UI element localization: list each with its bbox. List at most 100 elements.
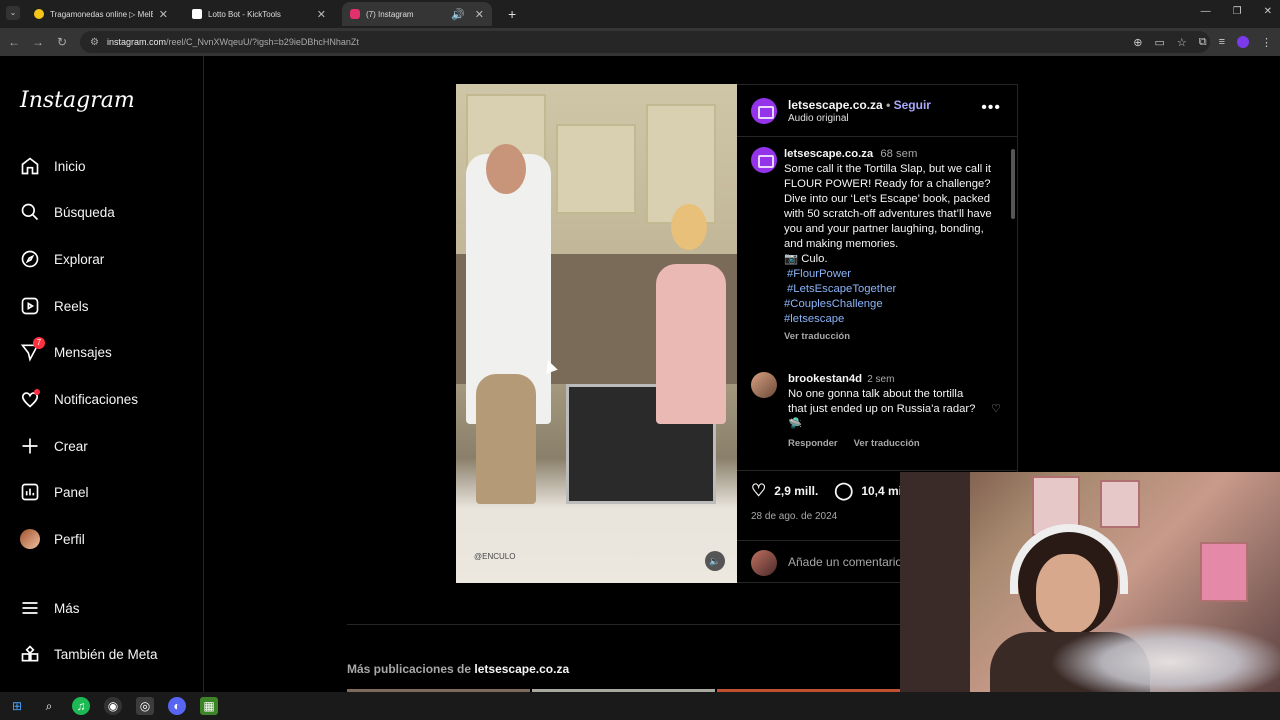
minimize-icon[interactable]: — — [1201, 6, 1211, 17]
messenger-icon: 7 — [20, 337, 45, 362]
sidebar-item-mensajes[interactable]: 7 Mensajes — [20, 337, 112, 367]
webcam-scene — [1100, 480, 1140, 528]
reply-button[interactable]: Responder — [788, 438, 838, 449]
sidebar-item-perfil[interactable]: Perfil — [20, 524, 85, 554]
instagram-logo[interactable]: Instagram — [20, 88, 135, 113]
sidebar-item-crear[interactable]: Crear — [20, 431, 88, 461]
like-comment-heart-icon[interactable]: ♡ — [991, 402, 1001, 415]
browser-extension-icons: ⊕ ▭ ☆ ⧉ ≡ ⋮ — [1133, 28, 1272, 56]
sidebar-item-label: Reels — [54, 298, 89, 314]
commenter-avatar[interactable] — [751, 372, 777, 398]
media-control-icon[interactable]: ≡ — [1219, 36, 1225, 48]
video-scene — [476, 374, 536, 504]
tab-search-icon[interactable]: ⌄ — [6, 6, 20, 20]
volume-icon[interactable]: 🔈 — [705, 551, 725, 571]
sidebar-item-busqueda[interactable]: Búsqueda — [20, 197, 115, 227]
windows-taskbar: ⊞ ⌕ ♫ ◉ ◎ ◐ ▦ — [0, 692, 1280, 720]
cast-icon[interactable]: ▭ — [1154, 36, 1164, 49]
back-icon[interactable]: ← — [2, 35, 26, 49]
video-scene — [671, 204, 707, 250]
zoom-icon[interactable]: ⊕ — [1133, 36, 1142, 49]
taskbar-search-icon[interactable]: ⌕ — [40, 697, 58, 715]
heart-icon — [20, 389, 40, 409]
close-tab-icon[interactable]: ✕ — [475, 8, 484, 21]
hashtag-link[interactable]: #letsescape — [784, 312, 998, 327]
profile-avatar[interactable] — [1237, 36, 1249, 48]
audio-link[interactable]: Audio original — [788, 113, 849, 124]
minecraft-icon[interactable]: ▦ — [200, 697, 218, 715]
translate-caption-link[interactable]: Ver traducción — [784, 329, 998, 344]
sidebar-item-label: Crear — [54, 438, 88, 454]
audio-playing-icon[interactable]: 🔊 — [451, 8, 465, 21]
browser-tab-kicktools[interactable]: Lotto Bot - KickTools ✕ — [184, 2, 334, 26]
site-info-icon[interactable]: ⚙ — [90, 37, 99, 48]
post-caption: letsescape.co.za 68 sem Some call it the… — [784, 147, 998, 344]
follow-button[interactable]: Seguir — [894, 98, 931, 112]
forward-icon[interactable]: → — [26, 35, 50, 49]
like-heart-icon[interactable]: ♡ — [751, 481, 766, 501]
account-avatar[interactable] — [751, 98, 777, 124]
sidebar-item-label: Notificaciones — [54, 391, 139, 407]
sidebar-item-tambien-de-meta[interactable]: También de Meta — [20, 639, 158, 669]
close-window-icon[interactable]: ✕ — [1264, 6, 1272, 17]
extensions-icon[interactable]: ⧉ — [1199, 36, 1207, 49]
address-bar[interactable]: ⚙ instagram.com/reel/C_NvnXWqeuU/?igsh=b… — [80, 31, 1210, 53]
video-scene — [656, 264, 726, 424]
discord-icon[interactable]: ◐ — [168, 697, 186, 715]
reload-icon[interactable]: ↻ — [50, 35, 74, 49]
sidebar-item-inicio[interactable]: Inicio — [20, 151, 86, 181]
hashtag-link[interactable]: #FlourPower — [787, 267, 998, 282]
close-tab-icon[interactable]: ✕ — [317, 8, 326, 21]
meta-icon — [20, 644, 40, 664]
new-tab-button[interactable]: + — [500, 2, 524, 26]
account-name-link[interactable]: letsescape.co.za — [788, 98, 883, 112]
search-icon — [20, 202, 40, 222]
comment-bubble-icon[interactable]: ◯ — [834, 481, 853, 501]
translate-comment-link[interactable]: Ver traducción — [854, 438, 920, 449]
hashtag-link[interactable]: #LetsEscapeTogether — [787, 282, 998, 297]
obs-icon[interactable]: ◉ — [104, 697, 122, 715]
more-options-icon[interactable]: ••• — [981, 99, 1001, 117]
add-comment-input[interactable]: Añade un comentario... — [788, 555, 912, 569]
more-posts-account-link[interactable]: letsescape.co.za — [474, 662, 569, 676]
hashtag-link[interactable]: #CouplesChallenge — [784, 297, 998, 312]
user-avatar — [751, 550, 777, 576]
chrome-icon[interactable]: ◎ — [136, 697, 154, 715]
caption-account-avatar[interactable] — [751, 147, 777, 173]
close-tab-icon[interactable]: ✕ — [159, 8, 168, 21]
reel-video[interactable]: @ENCULO 🔈 — [456, 84, 737, 583]
avatar — [20, 529, 40, 549]
browser-tab-bar: ⌄ Tragamonedas online ▷ MelBet ✕ Lotto B… — [0, 0, 1280, 28]
url-host: instagram.com — [106, 37, 166, 47]
melbet-favicon-icon — [34, 9, 44, 19]
commenter-username[interactable]: brookestan4d — [788, 373, 862, 385]
webcam-scene — [1010, 524, 1128, 594]
webcam-scene — [1200, 542, 1248, 602]
sidebar-item-label: Búsqueda — [54, 204, 115, 220]
tab-title: Lotto Bot - KickTools — [208, 9, 281, 19]
browser-menu-icon[interactable]: ⋮ — [1261, 36, 1272, 49]
comment-body: brookestan4d 2 sem No one gonna talk abo… — [788, 372, 978, 432]
comments-scrollbar[interactable] — [1011, 141, 1015, 467]
spotify-icon[interactable]: ♫ — [72, 697, 90, 715]
webcam-scene — [1050, 622, 1280, 692]
caption-username[interactable]: letsescape.co.za — [784, 148, 873, 160]
browser-tab-melbet[interactable]: Tragamonedas online ▷ MelBet ✕ — [26, 2, 176, 26]
comments-count: 10,4 mil — [861, 484, 906, 498]
sidebar-item-mas[interactable]: Más — [20, 593, 80, 623]
sidebar-item-explorar[interactable]: Explorar — [20, 244, 104, 274]
sidebar-item-panel[interactable]: Panel — [20, 477, 89, 507]
scroll-thumb[interactable] — [1011, 149, 1015, 219]
comment-actions: Responder Ver traducción — [788, 438, 920, 449]
restore-icon[interactable]: ❐ — [1233, 6, 1242, 17]
likes-count[interactable]: 2,9 mill. — [774, 484, 818, 498]
webcam-scene — [900, 472, 970, 692]
sidebar-item-label: Perfil — [54, 531, 85, 547]
browser-tab-instagram[interactable]: (7) Instagram 🔊 ✕ — [342, 2, 492, 26]
comment-text: No one gonna talk about the tortilla tha… — [788, 388, 976, 430]
sidebar-item-notificaciones[interactable]: Notificaciones — [20, 384, 138, 414]
sidebar-item-reels[interactable]: Reels — [20, 291, 89, 321]
post-header-account: letsescape.co.za • Seguir — [788, 98, 931, 112]
windows-start-icon[interactable]: ⊞ — [8, 697, 26, 715]
bookmark-star-icon[interactable]: ☆ — [1177, 36, 1187, 49]
